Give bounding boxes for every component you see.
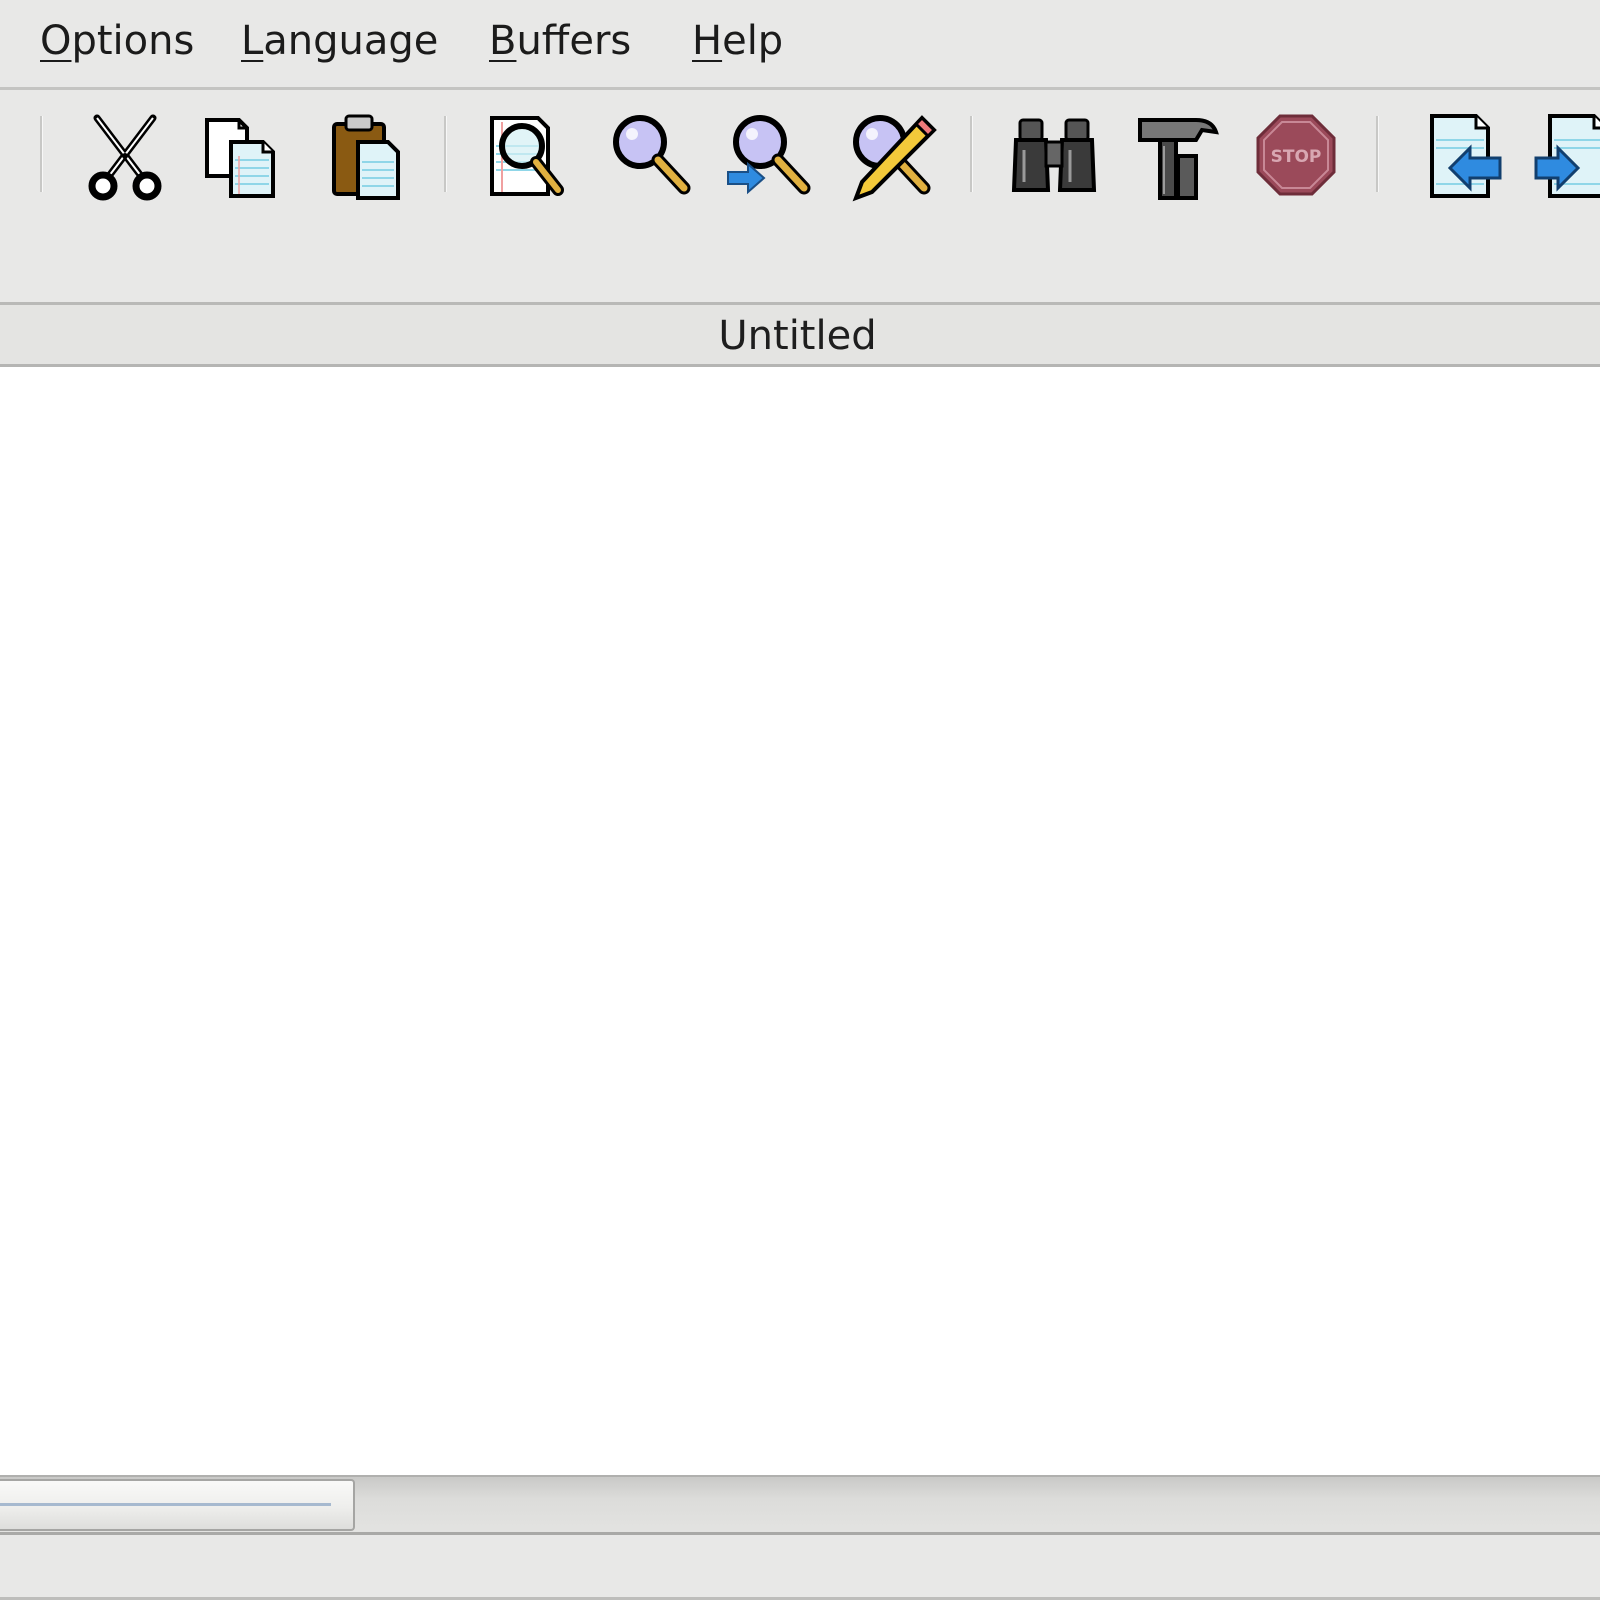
cut-button[interactable] bbox=[75, 106, 175, 206]
menu-help-mnemonic: H bbox=[692, 18, 723, 64]
next-buffer-button[interactable] bbox=[1530, 106, 1600, 206]
editor-window: Options Language Buffers Help STOP Untit… bbox=[0, 0, 1600, 1600]
find-in-document-icon bbox=[490, 116, 564, 196]
menu-buffers[interactable]: Buffers bbox=[489, 18, 631, 64]
find-replace-icon bbox=[852, 115, 937, 202]
menu-options[interactable]: Options bbox=[40, 18, 194, 64]
toolbar-separator bbox=[444, 116, 447, 192]
find-next-icon bbox=[727, 115, 811, 195]
menu-options-mnemonic: O bbox=[40, 18, 72, 64]
copy-icon bbox=[205, 118, 275, 198]
find-icon bbox=[613, 115, 691, 195]
scrollbar-grip bbox=[0, 1503, 331, 1506]
menu-language-label: anguage bbox=[263, 18, 439, 64]
find-button[interactable] bbox=[602, 106, 702, 206]
find-all-button[interactable] bbox=[1006, 106, 1106, 206]
toolbar-separator bbox=[970, 116, 973, 192]
stop-icon: STOP bbox=[1256, 114, 1336, 196]
toolbar-separator bbox=[40, 116, 43, 192]
menu-language[interactable]: Language bbox=[241, 18, 438, 64]
text-editor-area[interactable] bbox=[0, 367, 1600, 1475]
find-next-button[interactable] bbox=[722, 106, 822, 206]
stop-icon-label: STOP bbox=[1271, 147, 1322, 167]
menu-bar: Options Language Buffers Help bbox=[0, 0, 1600, 90]
hammer-icon bbox=[1138, 118, 1219, 200]
buffer-title: Untitled bbox=[718, 313, 877, 359]
menu-buffers-label: uffers bbox=[516, 18, 632, 64]
buffer-title-bar: Untitled bbox=[0, 305, 1600, 367]
horizontal-scrollbar-thumb[interactable] bbox=[0, 1479, 355, 1531]
toolbar-separator bbox=[1376, 116, 1379, 192]
menu-buffers-mnemonic: B bbox=[489, 18, 517, 64]
menu-language-mnemonic: L bbox=[241, 18, 264, 64]
previous-buffer-button[interactable] bbox=[1412, 106, 1512, 206]
copy-button[interactable] bbox=[195, 106, 295, 206]
binoculars-icon bbox=[1011, 118, 1097, 192]
horizontal-scrollbar[interactable] bbox=[0, 1475, 1600, 1535]
find-in-document-button[interactable] bbox=[482, 106, 582, 206]
find-replace-button[interactable] bbox=[842, 106, 942, 206]
menu-help-label: elp bbox=[722, 18, 784, 64]
build-button[interactable] bbox=[1126, 106, 1226, 206]
stop-button[interactable]: STOP bbox=[1246, 106, 1346, 206]
previous-buffer-icon bbox=[1430, 114, 1502, 198]
status-bar bbox=[0, 1535, 1600, 1600]
menu-options-label: ptions bbox=[71, 18, 195, 64]
scissors-icon bbox=[88, 114, 162, 201]
next-buffer-icon bbox=[1534, 114, 1600, 198]
menu-help[interactable]: Help bbox=[692, 18, 783, 64]
paste-button[interactable] bbox=[318, 106, 418, 206]
paste-icon bbox=[332, 114, 400, 200]
toolbar: STOP bbox=[0, 90, 1600, 305]
